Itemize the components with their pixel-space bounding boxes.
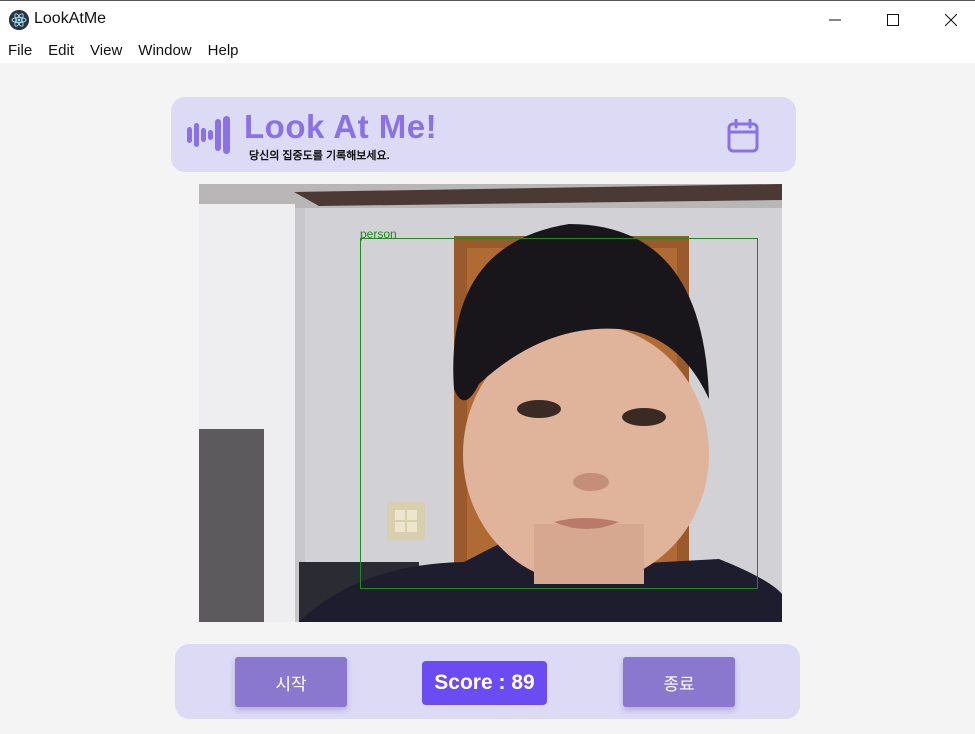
score-label: Score <box>434 671 493 694</box>
app-subheading: 당신의 집중도를 기록해보세요. <box>249 150 390 162</box>
stop-button[interactable]: 종료 <box>623 657 735 707</box>
calendar-icon[interactable] <box>727 118 759 153</box>
menu-window[interactable]: Window <box>138 42 191 59</box>
minimize-icon <box>829 19 841 21</box>
score-value: 89 <box>511 671 535 694</box>
menu-bar: File Edit View Window Help <box>0 38 975 63</box>
minimize-button[interactable] <box>807 1 863 39</box>
menu-view[interactable]: View <box>90 42 122 59</box>
sound-wave-icon <box>187 116 231 154</box>
window-title: LookAtMe <box>34 10 107 27</box>
maximize-button[interactable] <box>865 1 921 39</box>
maximize-icon <box>887 14 899 26</box>
close-icon <box>945 14 957 26</box>
score-separator: : <box>492 671 512 694</box>
menu-help[interactable]: Help <box>208 42 239 59</box>
app-heading: Look At Me! <box>244 108 438 145</box>
menu-edit[interactable]: Edit <box>48 42 74 59</box>
close-button[interactable] <box>923 1 975 39</box>
window-titlebar: LookAtMe <box>0 0 975 38</box>
detection-label: person <box>360 227 397 241</box>
detection-box <box>360 238 758 589</box>
score-display: Score : 89 <box>422 661 547 705</box>
electron-logo-icon <box>9 10 29 30</box>
menu-file[interactable]: File <box>8 42 32 59</box>
start-button[interactable]: 시작 <box>235 657 347 707</box>
